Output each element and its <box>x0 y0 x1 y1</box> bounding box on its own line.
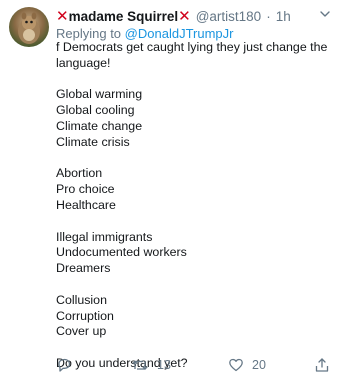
tweet-line: Illegal immigrants <box>56 229 153 244</box>
like-count: 20 <box>252 358 266 372</box>
tweet-line: Collusion <box>56 292 107 307</box>
action-bar: 13 20 <box>56 357 336 377</box>
avatar[interactable] <box>9 7 49 47</box>
display-name[interactable]: madame Squirrel <box>69 9 179 24</box>
replying-prefix: Replying to <box>56 26 122 41</box>
retweet-count: 13 <box>157 358 171 372</box>
red-x-icon: ✕ <box>56 7 69 25</box>
tweet-line: Climate change <box>56 118 143 133</box>
tweet-line: Healthcare <box>56 197 116 212</box>
share-button[interactable] <box>314 357 330 373</box>
squirrel-avatar-image <box>18 12 40 44</box>
retweet-icon <box>132 360 148 370</box>
tweet-header: ✕ madame Squirrel ✕ @artist180 · 1h <box>56 7 332 25</box>
share-icon <box>315 358 329 372</box>
tweet[interactable]: ✕ madame Squirrel ✕ @artist180 · 1h Repl… <box>0 0 340 381</box>
mention-link[interactable]: @DonaldJTrumpJr <box>125 26 234 41</box>
tweet-text: f Democrats get caught lying they just c… <box>56 40 332 372</box>
tweet-line: Abortion <box>56 166 103 181</box>
timestamp[interactable]: 1h <box>276 9 291 24</box>
timestamp-separator: · <box>266 8 271 24</box>
tweet-line: f Democrats get caught lying they just c… <box>56 40 328 70</box>
tweet-line: Pro choice <box>56 182 115 197</box>
heart-icon <box>229 358 243 372</box>
reply-button[interactable] <box>56 357 72 373</box>
tweet-line: Corruption <box>56 308 114 323</box>
retweet-button[interactable]: 13 <box>131 357 171 373</box>
tweet-line: Cover up <box>56 324 107 339</box>
like-button[interactable]: 20 <box>228 357 266 373</box>
tweet-line: Undocumented workers <box>56 245 187 260</box>
reply-icon <box>58 358 71 372</box>
user-handle[interactable]: @artist180 <box>196 9 261 24</box>
replying-to: Replying to @DonaldJTrumpJr <box>56 26 233 41</box>
tweet-line: Global warming <box>56 87 143 102</box>
tweet-line: Dreamers <box>56 261 111 276</box>
tweet-line: Global cooling <box>56 103 135 118</box>
red-x-icon: ✕ <box>178 7 191 25</box>
chevron-down-icon[interactable] <box>318 7 332 21</box>
tweet-line: Climate crisis <box>56 134 130 149</box>
